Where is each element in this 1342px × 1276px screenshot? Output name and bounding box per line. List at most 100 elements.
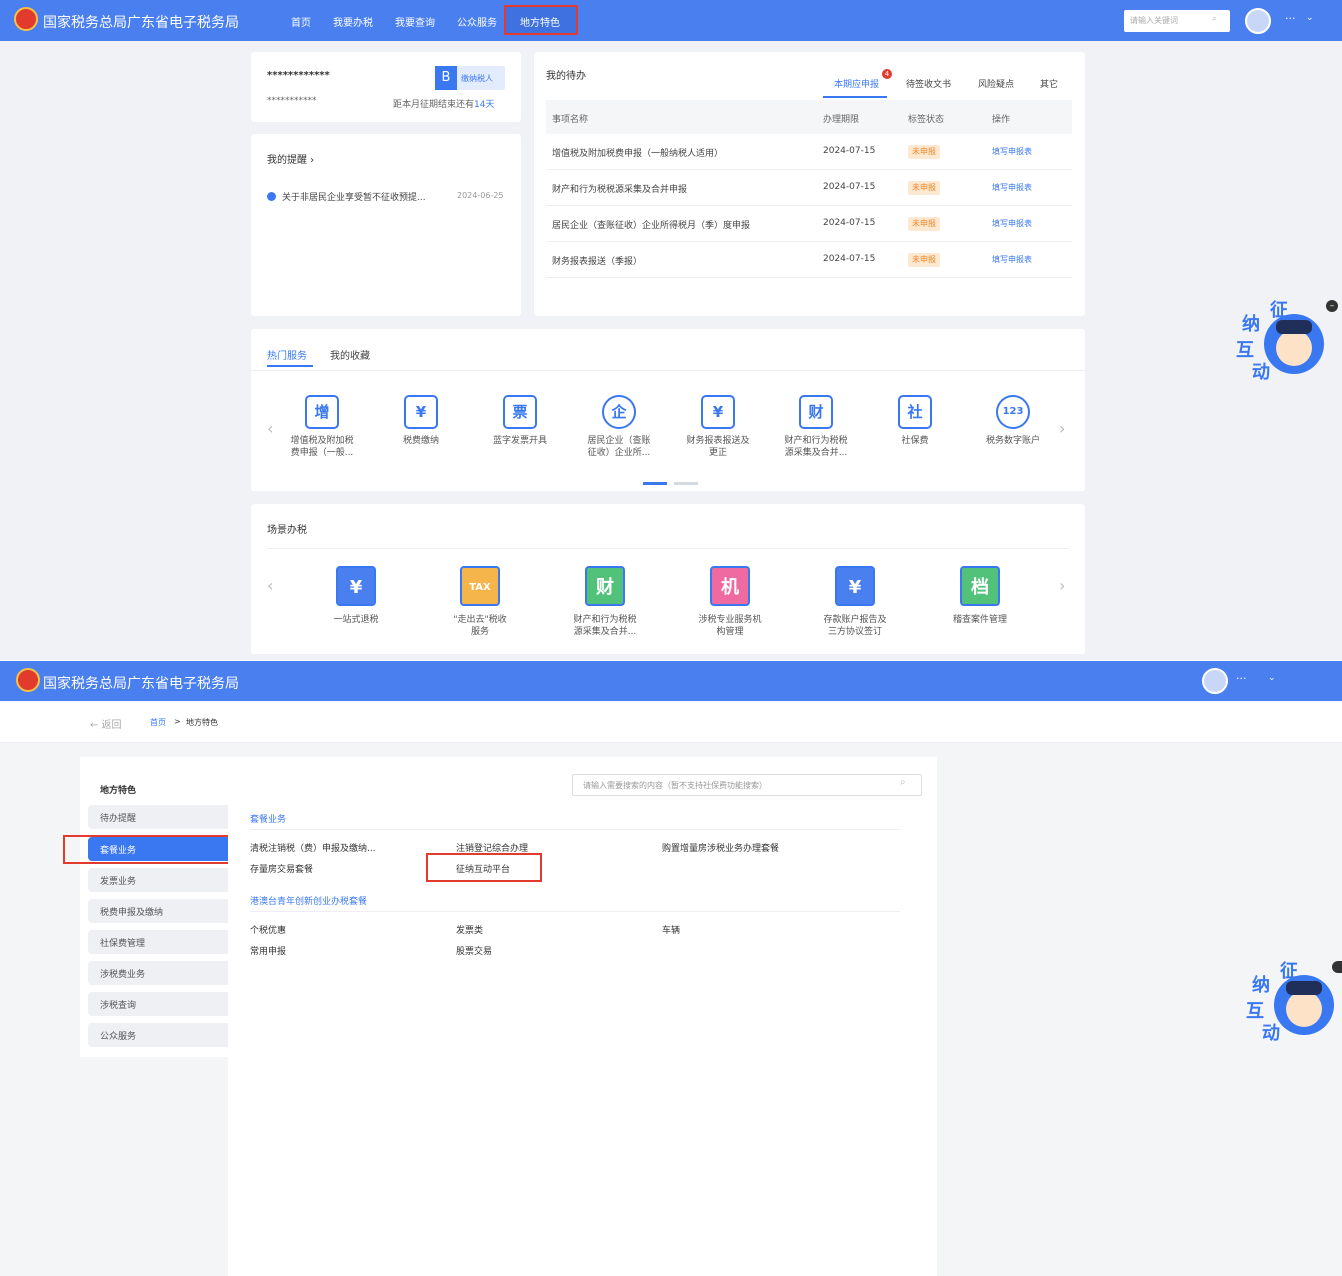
sidebar-item-todo[interactable]: 待办提醒 [88,805,228,829]
tab-count-badge: 4 [882,69,892,79]
search-input[interactable]: 请输入需要搜索的内容（暂不支持社保费功能搜索） [572,774,922,796]
pager-dot-active[interactable] [643,482,667,485]
row-date: 2024-07-15 [823,218,876,228]
status-badge: 未申报 [908,145,940,159]
chevron-left-icon[interactable]: ‹ [267,419,273,438]
mascot-interaction-widget[interactable]: 征 纳 互 动 [1246,957,1334,1045]
service-digital-account[interactable]: 123 税务数字账户 [968,395,1058,447]
tax-emblem-icon [16,668,40,692]
link-stock-trading[interactable]: 股票交易 [456,944,492,957]
close-icon[interactable]: – [1326,300,1338,312]
user-taxid: *********** [267,96,317,106]
sidebar-item-declare-pay[interactable]: 税费申报及缴纳 [88,899,228,923]
fill-report-link[interactable]: 填写申报表 [992,254,1032,265]
back-button[interactable]: ← 返回 [90,716,122,731]
sidebar-item-invoice[interactable]: 发票业务 [88,868,228,892]
scene-bank-agreement[interactable]: ¥ 存款账户报告及 三方协议签订 [810,566,900,638]
deadline-prefix: 距本月征期结束还有 [393,100,475,110]
divider [250,829,900,830]
link-vehicle[interactable]: 车辆 [662,923,680,936]
info-icon [267,192,276,201]
audit-case-icon: 档 [960,566,1000,606]
more-menu[interactable]: ··· [1236,672,1247,685]
reminder-item[interactable]: 关于非居民企业享受暂不征收预提... [282,190,426,203]
breadcrumb-current: 地方特色 [186,718,218,727]
tab-risk[interactable]: 风险疑点 [978,77,1014,90]
service-tax-payment[interactable]: ¥ 税费缴纳 [376,395,466,447]
search-icon[interactable]: ⌕ [900,777,906,788]
mascot-char: 征 [1270,300,1288,321]
chevron-right-icon[interactable]: › [1059,576,1065,595]
search-icon[interactable]: ⌕ [1212,14,1217,24]
reminder-title[interactable]: 我的提醒 › [267,151,314,166]
scene-property-tax[interactable]: 财财产和行为税税 源采集及合并... [560,566,650,638]
avatar[interactable] [1202,668,1228,694]
mascot-interaction-widget[interactable]: 征 纳 互 动 [1236,296,1324,384]
more-menu[interactable]: ··· [1285,12,1296,25]
divider [250,911,900,912]
fill-report-link[interactable]: 填写申报表 [992,218,1032,229]
brand-title: 国家税务总局广东省电子税务局 [43,15,239,31]
reminder-card: 我的提醒 › 关于非居民企业享受暂不征收预提... 2024-06-25 [251,134,521,316]
link-common-declare[interactable]: 常用申报 [250,944,286,957]
pager-dot[interactable] [674,482,698,485]
scene-agency-management[interactable]: 机涉税专业服务机 构管理 [685,566,775,638]
nav-tax-handling[interactable]: 我要办税 [333,14,373,29]
service-financial-report[interactable]: ¥ 财务报表报送及 更正 [673,395,763,459]
sidebar-title: 地方特色 [100,786,137,796]
chevron-down-icon[interactable]: ⌄ [1268,673,1276,683]
main-panel: 请输入需要搜索的内容（暂不支持社保费功能搜索） ⌕ 套餐业务 清税注销税（费）申… [228,757,937,1276]
breadcrumb-home[interactable]: 首页 [150,717,166,728]
service-invoice-issue[interactable]: 票蓝字发票开具 [475,395,565,447]
table-header: 事项名称 办理期限 标签状态 操作 [546,100,1072,134]
agency-building-icon: 机 [710,566,750,606]
scene-go-global[interactable]: TAX "走出去"税收 服务 [435,566,525,638]
service-label: 居民企业（查账 征收）企业所... [587,436,651,458]
chevron-right-icon[interactable]: › [1059,419,1065,438]
col-status: 标签状态 [908,115,945,125]
sidebar-item-tax-query[interactable]: 涉税查询 [88,992,228,1016]
link-iit-preference[interactable]: 个税优惠 [250,923,286,936]
service-cit-declare[interactable]: 企居民企业（查账 征收）企业所... [574,395,664,459]
sidebar-item-social-security[interactable]: 社保费管理 [88,930,228,954]
sidebar-item-public-services[interactable]: 公众服务 [88,1023,228,1047]
nav-query[interactable]: 我要查询 [395,14,435,29]
nav-local-features[interactable]: 地方特色 [520,14,560,29]
mascot-char: 纳 [1242,314,1260,335]
tab-hot-services[interactable]: 热门服务 [267,347,307,362]
service-social-security[interactable]: 社社保费 [870,395,960,447]
service-property-tax[interactable]: 财财产和行为税税 源采集及合并... [771,395,861,459]
chevron-left-icon[interactable]: ‹ [267,576,273,595]
avatar[interactable] [1245,8,1271,34]
divider [267,548,1069,549]
vat-icon: 增 [305,395,339,429]
section-title-packages: 套餐业务 [250,815,287,825]
tab-current-declare[interactable]: 本期应申报 [834,77,879,90]
mascot-char: 动 [1252,362,1270,383]
tab-other[interactable]: 其它 [1040,77,1058,90]
close-icon[interactable] [1332,961,1342,973]
nav-home[interactable]: 首页 [291,14,311,29]
scene-audit-case[interactable]: 档稽查案件管理 [935,566,1025,626]
tab-documents[interactable]: 待签收文书 [906,77,951,90]
breadcrumb-separator: > [174,717,181,726]
link-deregistration-declare[interactable]: 清税注销税（费）申报及缴纳... [250,841,376,854]
tab-favorites[interactable]: 我的收藏 [330,347,370,362]
scene-label: "走出去"税收 服务 [453,615,507,637]
deadline-text: 距本月征期结束还有14天 [393,97,494,110]
link-new-house-package[interactable]: 购置增量房涉税业务办理套餐 [662,841,779,854]
nav-public-services[interactable]: 公众服务 [457,14,497,29]
service-vat-declare[interactable]: 增增值税及附加税 费申报（一般... [277,395,367,459]
scene-refund[interactable]: ¥ 一站式退税 [311,566,401,626]
hot-services-card: 热门服务 我的收藏 ‹ › 增增值税及附加税 费申报（一般... ¥ 税费缴纳 票… [251,329,1085,491]
fill-report-link[interactable]: 填写申报表 [992,146,1032,157]
status-badge: 未申报 [908,253,940,267]
fill-report-link[interactable]: 填写申报表 [992,182,1032,193]
user-name: ************ [267,70,330,81]
todo-title: 我的待办 [546,71,586,82]
chevron-down-icon[interactable]: ⌄ [1306,13,1314,23]
link-invoice[interactable]: 发票类 [456,923,483,936]
sidebar-item-tax-business[interactable]: 涉税费业务 [88,961,228,985]
refund-icon: ¥ [336,566,376,606]
link-existing-house-package[interactable]: 存量房交易套餐 [250,862,313,875]
